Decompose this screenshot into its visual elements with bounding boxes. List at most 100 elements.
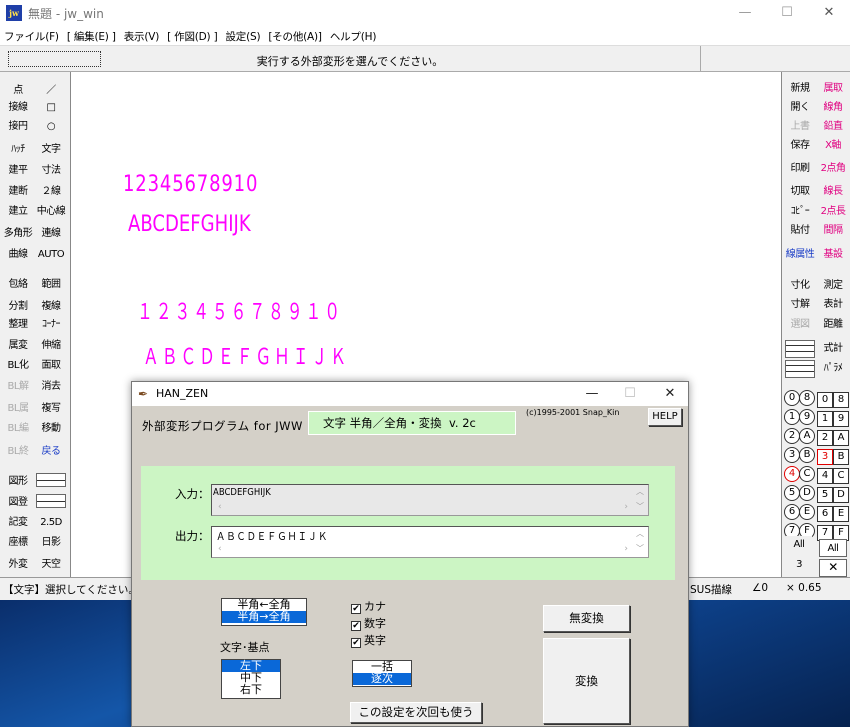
layer-circle-3[interactable]: 3	[784, 447, 800, 463]
layer-square-r-4[interactable]: C	[833, 468, 849, 484]
right-tool-4-0[interactable]: 印刷	[785, 160, 815, 178]
layer-square-4[interactable]: 4	[817, 468, 833, 484]
left-tool-13-0[interactable]: BL化	[3, 357, 33, 375]
left-tool-21-0[interactable]: 座標	[3, 534, 33, 552]
right-tool-11-1[interactable]: 距離	[818, 316, 848, 334]
left-tool-4-1[interactable]: 寸法	[36, 162, 66, 180]
right-tool-11-0[interactable]: 選図	[785, 316, 815, 334]
left-tool-12-0[interactable]: 属変	[3, 337, 33, 355]
left-tool-18-1[interactable]	[36, 473, 66, 487]
layer-square-r-3[interactable]: B	[833, 449, 849, 465]
layer-circle-r-6[interactable]: E	[799, 504, 815, 520]
input-scroll-up-icon[interactable]: ︿	[636, 486, 644, 497]
right-tool-3-1[interactable]: X軸	[818, 137, 848, 155]
base-point-option-2[interactable]: 右下	[222, 684, 280, 696]
right-tool-2-0[interactable]: 上書	[785, 118, 815, 136]
mode-listbox[interactable]: 半角←全角 半角→全角	[221, 598, 307, 626]
left-tool-12-1[interactable]: 伸縮	[36, 337, 66, 355]
left-tool-8-0[interactable]: 曲線	[3, 246, 33, 264]
right-tool-8-1[interactable]: 基設	[818, 246, 848, 264]
layer-circle-1[interactable]: 1	[784, 409, 800, 425]
close-button[interactable]: ✕	[808, 0, 850, 26]
status-angle[interactable]: ∠0	[752, 582, 768, 594]
minimize-button[interactable]: —	[724, 0, 766, 26]
menu-item-2[interactable]: 表示(V)	[120, 26, 163, 44]
left-tool-19-0[interactable]: 図登	[3, 494, 33, 512]
left-tool-10-0[interactable]: 分割	[3, 298, 33, 316]
dialog-close-button[interactable]: ✕	[650, 382, 690, 406]
layer-square-r-1[interactable]: 9	[833, 411, 849, 427]
checkbox-row-1[interactable]: ✔ 数字	[351, 615, 386, 632]
right-tool-6-0[interactable]: ｺﾋﾟｰ	[785, 203, 815, 221]
menu-item-6[interactable]: ヘルプ(H)	[326, 26, 380, 44]
layer-square-r-0[interactable]: 8	[833, 392, 849, 408]
layer-all-right[interactable]: All	[819, 539, 847, 557]
layer-circle-r-0[interactable]: 8	[799, 390, 815, 406]
left-tool-7-1[interactable]: 連線	[36, 225, 66, 243]
left-tool-8-1[interactable]: AUTO	[36, 246, 66, 264]
left-tool-16-1[interactable]: 移動	[36, 420, 66, 438]
canvas-text-fullwidth-numbers[interactable]: １２３４５６７８９１０	[137, 294, 343, 326]
left-tool-14-1[interactable]: 消去	[36, 378, 66, 396]
left-tool-13-1[interactable]: 面取	[36, 357, 66, 375]
mode-option-1[interactable]: 半角→全角	[222, 611, 306, 623]
layer-circle-r-4[interactable]: C	[799, 466, 815, 482]
left-tool-20-0[interactable]: 記変	[3, 514, 33, 532]
dialog-minimize-button[interactable]: —	[572, 382, 612, 406]
left-tool-1-0[interactable]: 接線	[3, 99, 33, 117]
right-tool-9-1[interactable]: 測定	[818, 277, 848, 295]
layer-circle-r-3[interactable]: B	[799, 447, 815, 463]
input-scroll-down-icon[interactable]: ﹀	[636, 501, 644, 512]
batch-listbox[interactable]: 一括 逐次	[352, 660, 412, 687]
layer-circle-4[interactable]: 4	[784, 466, 800, 482]
input-scroll-right-icon[interactable]: ›	[624, 502, 628, 512]
left-tool-21-1[interactable]: 日影	[36, 534, 66, 552]
right-tool-10-1[interactable]: 表計	[818, 296, 848, 314]
layer-square-5[interactable]: 5	[817, 487, 833, 503]
left-tool-19-1[interactable]	[36, 494, 66, 508]
layer-square-2[interactable]: 2	[817, 430, 833, 446]
checkbox-2[interactable]: ✔	[351, 638, 361, 648]
left-tool-5-0[interactable]: 建断	[3, 183, 33, 201]
layer-circle-r-1[interactable]: 9	[799, 409, 815, 425]
layer-number[interactable]: 3	[786, 556, 812, 574]
left-tool-5-1[interactable]: ２線	[36, 183, 66, 201]
right-tool-6-1[interactable]: 2点長	[818, 203, 848, 221]
left-tool-10-1[interactable]: 複線	[36, 298, 66, 316]
left-tool-17-1[interactable]: 戻る	[36, 443, 66, 461]
right-tool-0-1[interactable]: 属取	[818, 80, 848, 98]
layer-square-3[interactable]: 3	[817, 449, 833, 465]
output-scroll-up-icon[interactable]: ︿	[636, 528, 644, 539]
checkbox-0[interactable]: ✔	[351, 604, 361, 614]
output-scroll-right-icon[interactable]: ›	[624, 544, 628, 554]
layer-circle-2[interactable]: 2	[784, 428, 800, 444]
layer-square-r-6[interactable]: E	[833, 506, 849, 522]
right-tool-8-0[interactable]: 線属性	[785, 246, 815, 264]
left-tool-6-1[interactable]: 中心線	[36, 203, 66, 221]
base-point-listbox[interactable]: 左下 中下 右下	[221, 659, 281, 699]
layer-close-icon[interactable]: ✕	[819, 559, 847, 577]
layer-square-1[interactable]: 1	[817, 411, 833, 427]
layer-circle-r-5[interactable]: D	[799, 485, 815, 501]
layer-square-6[interactable]: 6	[817, 506, 833, 522]
left-tool-20-1[interactable]: 2.5D	[36, 514, 66, 532]
left-tool-11-0[interactable]: 整理	[3, 316, 33, 334]
menu-item-0[interactable]: ファイル(F)	[0, 26, 63, 44]
left-tool-1-1[interactable]: □	[36, 99, 66, 117]
checkbox-row-0[interactable]: ✔ カナ	[351, 598, 386, 615]
input-scroll-left-icon[interactable]: ‹	[218, 502, 222, 512]
left-tool-9-1[interactable]: 範囲	[36, 276, 66, 294]
right-tool-1-1[interactable]: 線角	[818, 99, 848, 117]
menu-item-1[interactable]: [ 編集(E) ]	[63, 26, 120, 44]
left-tool-11-1[interactable]: ｺｰﾅｰ	[36, 316, 66, 334]
help-button[interactable]: HELP	[648, 408, 682, 426]
convert-button[interactable]: 変換	[543, 638, 630, 724]
left-tool-22-0[interactable]: 外変	[3, 556, 33, 574]
left-tool-15-1[interactable]: 複写	[36, 400, 66, 418]
right-tool-13-0[interactable]	[785, 360, 815, 378]
status-scale[interactable]: × 0.65	[786, 582, 822, 594]
left-tool-0-1[interactable]: ／	[36, 82, 66, 100]
layer-all-left[interactable]: All	[786, 536, 812, 554]
right-tool-7-0[interactable]: 貼付	[785, 222, 815, 240]
right-tool-5-0[interactable]: 切取	[785, 183, 815, 201]
